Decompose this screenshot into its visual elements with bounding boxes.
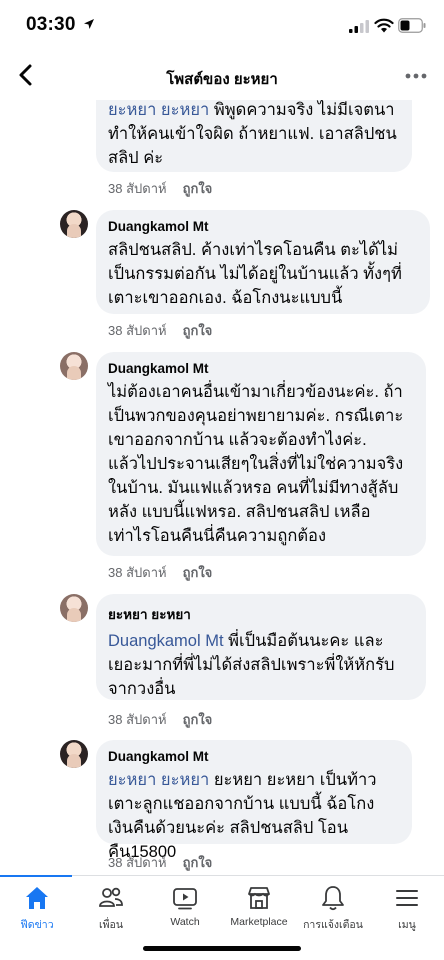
tab-label: Watch [170,916,200,928]
more-options-icon[interactable] [405,72,427,80]
comment-actions: 38 สัปดาห์ ถูกใจ [108,709,212,730]
battery-icon [398,18,426,33]
avatar[interactable] [60,352,88,380]
comment-mention[interactable]: ยะหยา ยะหยา [108,771,209,789]
comments-list[interactable]: ยะหยา ยะหยา พิพูดความจริง ไม่มีเจตนาทำให… [0,100,444,875]
comment-text: Duangkamol Mt พี่เป็นมือต้นนะคะ และเยอะม… [108,632,395,698]
page-title: โพสต์ของ ยะหยา [166,71,278,88]
status-time: 03:30 [26,14,76,35]
tab-marketplace[interactable]: Marketplace [222,884,296,940]
comment-timestamp: 38 สัปดาห์ [108,181,167,196]
like-link[interactable]: ถูกใจ [183,320,213,341]
active-tab-indicator [0,875,72,877]
comment-author[interactable]: Duangkamol Mt [108,749,398,764]
comment-timestamp: 38 สัปดาห์ [108,565,167,580]
tab-label: Marketplace [230,916,288,928]
comment-timestamp: 38 สัปดาห์ [108,855,167,870]
friends-icon [99,887,123,907]
tab-label: เพื่อน [99,919,123,931]
home-indicator[interactable] [143,946,301,951]
tab-news-feed[interactable]: ฟีดข่าว [0,884,74,940]
tab-friends[interactable]: เพื่อน [74,884,148,940]
watch-icon [173,888,197,910]
comment-mention[interactable]: ยะหยา ยะหยา [108,101,209,119]
comment-author[interactable]: Duangkamol Mt [108,219,416,234]
like-link[interactable]: ถูกใจ [183,562,213,583]
comment-actions: 38 สัปดาห์ ถูกใจ [108,178,212,199]
tab-menu[interactable]: เมนู [370,884,444,940]
status-bar: 03:30 [0,0,444,52]
marketplace-icon [248,887,270,909]
comment-text: สลิปชนสลิป. ค้างเท่าไรคโอนคืน ตะได้ไม่เป… [108,241,402,307]
avatar[interactable] [60,210,88,238]
comment-text: ไม่ต้องเอาคนอื่นเข้ามาเกี่ยวข้องนะค่ะ. ถ… [108,383,404,545]
comment-actions: 38 สัปดาห์ ถูกใจ [108,320,212,341]
like-link[interactable]: ถูกใจ [183,852,213,873]
comment-bubble[interactable]: ยะหยา ยะหยา พิพูดความจริง ไม่มีเจตนาทำให… [96,100,412,172]
tab-notifications[interactable]: การแจ้งเตือน [296,884,370,940]
comment-timestamp: 38 สัปดาห์ [108,323,167,338]
wifi-icon [374,18,394,33]
post-header: โพสต์ของ ยะหยา [0,52,444,100]
avatar[interactable] [60,594,88,622]
like-link[interactable]: ถูกใจ [183,709,213,730]
comment-bubble[interactable]: ยะหยา ยะหยา Duangkamol Mt พี่เป็นมือต้นน… [96,594,426,700]
comment-text: ยะหยา ยะหยา พิพูดความจริง ไม่มีเจตนาทำให… [108,101,397,167]
menu-icon [396,890,418,906]
comment-author[interactable]: ยะหยา ยะหยา [108,603,412,625]
comment-mention[interactable]: Duangkamol Mt [108,632,224,650]
comment-bubble[interactable]: Duangkamol Mt ไม่ต้องเอาคนอื่นเข้ามาเกี่… [96,352,426,556]
location-arrow-icon [84,19,94,29]
tab-label: ฟีดข่าว [20,919,54,931]
cellular-signal-icon [349,20,369,33]
bell-icon [322,886,344,911]
like-link[interactable]: ถูกใจ [183,178,213,199]
comment-text: ยะหยา ยะหยา ยะหยา ยะหยา เป็นท้าวเตาะลูกแ… [108,771,377,861]
comment-author[interactable]: Duangkamol Mt [108,361,412,376]
tab-label: เมนู [398,919,416,931]
comment-bubble[interactable]: Duangkamol Mt สลิปชนสลิป. ค้างเท่าไรคโอน… [96,210,430,314]
tab-watch[interactable]: Watch [148,884,222,940]
comment-timestamp: 38 สัปดาห์ [108,712,167,727]
comment-actions: 38 สัปดาห์ ถูกใจ [108,562,212,583]
comment-actions: 38 สัปดาห์ ถูกใจ [108,852,212,873]
avatar[interactable] [60,740,88,768]
home-icon [26,887,48,909]
comment-bubble[interactable]: Duangkamol Mt ยะหยา ยะหยา ยะหยา ยะหยา เป… [96,740,412,861]
tab-label: การแจ้งเตือน [303,919,363,931]
